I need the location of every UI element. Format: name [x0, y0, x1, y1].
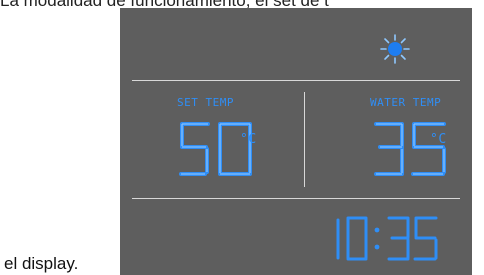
sun-icon: [380, 34, 410, 64]
caption-bottom-text: el display.: [4, 254, 79, 273]
water-temp-label: WATER TEMP: [370, 96, 442, 109]
water-temp-value: [374, 122, 446, 176]
top-divider: [132, 80, 460, 81]
set-temp-label: SET TEMP: [177, 96, 234, 109]
thermostat-display-panel: SET TEMP WATER TEMP °C °C: [120, 8, 472, 275]
bottom-divider: [132, 198, 460, 199]
water-temp-unit: °C: [430, 132, 447, 147]
set-temp-value: [179, 122, 252, 176]
set-temp-unit: °C: [240, 132, 257, 147]
center-divider: [304, 92, 305, 187]
clock-display: [336, 216, 438, 261]
